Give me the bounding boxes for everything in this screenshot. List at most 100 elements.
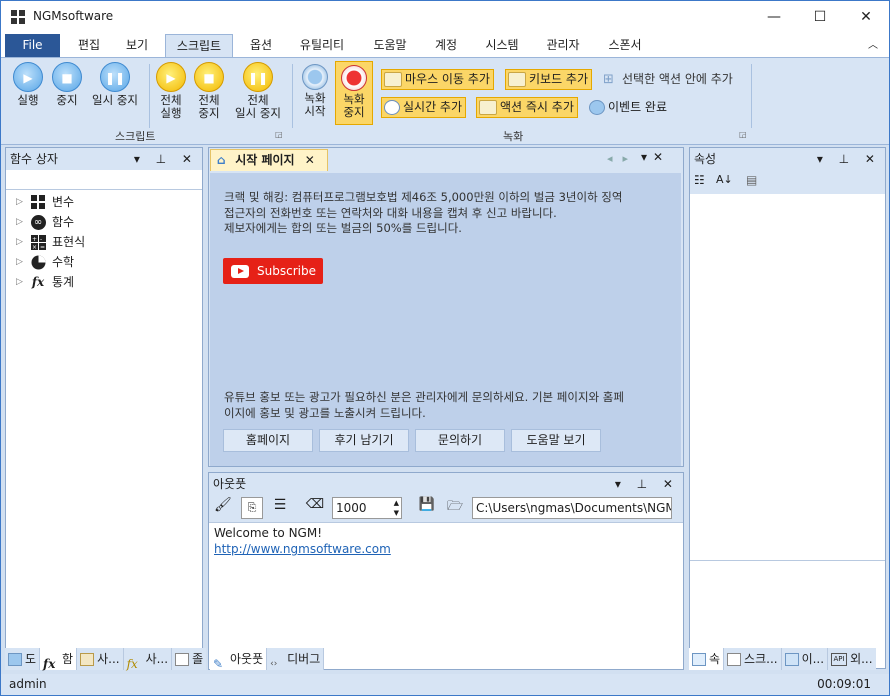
tab-admin[interactable]: 관리자 xyxy=(537,34,589,57)
maximize-button[interactable]: ☐ xyxy=(797,1,843,33)
tab-system[interactable]: 시스템 xyxy=(475,34,529,57)
add-keyboard-button[interactable]: 키보드 추가 xyxy=(505,69,593,90)
ribbon: ▶ 실행 ■ 중지 ❚❚ 일시 중지 ▶ 전체 실행 ■ 전체 중지 ❚❚ 전체… xyxy=(1,57,889,145)
output-path-input[interactable]: C:\Users\ngmas\Documents\NGM6\ xyxy=(472,497,672,519)
pie-chart-icon xyxy=(30,254,46,270)
tab-account[interactable]: 계정 xyxy=(425,34,467,57)
tree-item-variable[interactable]: ▷ 변수 xyxy=(16,193,74,211)
close-tab-icon[interactable]: ✕ xyxy=(305,153,315,167)
left-bottom-tab[interactable]: 졸 xyxy=(172,648,206,670)
eraser-icon[interactable]: ⌫ xyxy=(304,497,326,519)
stepper-arrows-icon[interactable]: ▲ ▼ xyxy=(394,498,399,518)
start-page: 크랙 및 해킹: 컴퓨터프로그램보호법 제46조 5,000만원 이하의 벌금 … xyxy=(210,173,681,466)
panel-controls[interactable]: ▾ ⊥ ✕ xyxy=(134,148,198,170)
doc-tab-nav[interactable]: ◂▸ xyxy=(607,152,638,165)
stop-button[interactable]: ■ 중지 xyxy=(49,62,85,107)
script-group-label: 스크립트 xyxy=(115,130,156,143)
tab-options[interactable]: 옵션 xyxy=(239,34,283,57)
tree-item-expression[interactable]: ▷ + - × = 표현식 xyxy=(16,233,85,251)
add-realtime-button[interactable]: 실시간 추가 xyxy=(381,97,467,118)
tab-external[interactable]: API 외... xyxy=(828,648,875,670)
expand-arrow-icon[interactable]: ▷ xyxy=(16,253,30,271)
minimize-button[interactable]: — xyxy=(751,1,797,33)
homepage-button[interactable]: 홈페이지 xyxy=(223,429,313,452)
inquiry-button[interactable]: 문의하기 xyxy=(415,429,505,452)
subscribe-button[interactable]: Subscribe xyxy=(223,258,323,284)
record-start-button[interactable]: 녹화 시작 xyxy=(297,62,333,118)
pause-button[interactable]: ❚❚ 일시 중지 xyxy=(87,62,143,107)
play-all-icon: ▶ xyxy=(156,62,186,92)
ribbon-separator xyxy=(751,64,752,128)
tab-edit[interactable]: 편집 xyxy=(67,34,111,57)
properties-toolbar: ☷ A↓ ▤ xyxy=(690,170,885,194)
folder-icon[interactable]: 🗁 xyxy=(444,497,466,519)
save-icon[interactable]: 💾 xyxy=(416,497,438,519)
event-done-button[interactable]: 이벤트 완료 xyxy=(587,97,670,118)
add-action-now-button[interactable]: 액션 즉시 추가 xyxy=(476,97,578,118)
tab-script[interactable]: 스크립트 xyxy=(165,34,233,58)
home-icon: ⌂ xyxy=(217,153,226,167)
copy-doc-icon[interactable]: ⎘ xyxy=(241,497,263,519)
function-search-input[interactable] xyxy=(6,170,202,190)
review-button[interactable]: 후기 남기기 xyxy=(319,429,409,452)
expand-arrow-icon[interactable]: ▷ xyxy=(16,233,30,251)
expression-icon: + - × = xyxy=(30,234,46,250)
action-icon xyxy=(479,100,497,115)
tree-structure-icon: ⊞ xyxy=(603,72,614,87)
tree-item-math[interactable]: ▷ 수학 xyxy=(16,253,74,271)
fx-icon: fx xyxy=(126,656,138,671)
svg-text:×: × xyxy=(32,244,37,250)
tree-item-function[interactable]: ▷ ∞ 함수 xyxy=(16,213,74,231)
promo-text: 유튜브 홍보 또는 광고가 필요하신 분은 관리자에게 문의하세요. 기본 페이… xyxy=(224,390,624,420)
stop-all-icon: ■ xyxy=(194,62,224,92)
pause-all-icon: ❚❚ xyxy=(243,62,273,92)
left-bottom-tab[interactable]: fx 사... xyxy=(124,648,173,671)
pause-all-button[interactable]: ❚❚ 전체 일시 중지 xyxy=(229,62,287,120)
add-mouse-move-button[interactable]: 마우스 이동 추가 xyxy=(381,69,494,90)
expand-arrow-icon[interactable]: ▷ xyxy=(16,273,30,291)
left-bottom-tab-function[interactable]: fx 함 xyxy=(40,648,78,671)
add-in-selected-action-button[interactable]: ⊞ 선택한 액션 안에 추가 xyxy=(601,69,736,90)
tab-help[interactable]: 도움말 xyxy=(363,34,417,57)
app-window: NGMsoftware — ☐ ✕ File 편집 보기 스크립트 옵션 유틸리… xyxy=(0,0,890,696)
tab-utility[interactable]: 유틸리티 xyxy=(291,34,353,57)
left-bottom-tab[interactable]: 도 xyxy=(5,648,41,670)
expand-arrow-icon[interactable]: ▷ xyxy=(16,193,30,211)
status-bar: admin 00:09:01 xyxy=(1,674,889,695)
output-link[interactable]: http://www.ngmsoftware.com xyxy=(214,541,391,557)
pencil-icon: ✎ xyxy=(213,656,224,671)
tab-view[interactable]: 보기 xyxy=(115,34,159,57)
categorized-icon[interactable]: ☷ xyxy=(694,173,705,187)
record-group-launcher-icon[interactable]: ◲ xyxy=(739,130,747,139)
run-all-button[interactable]: ▶ 전체 실행 xyxy=(153,62,189,120)
help-button[interactable]: 도움말 보기 xyxy=(511,429,601,452)
tab-image[interactable]: 이... xyxy=(782,648,829,670)
tab-start-page[interactable]: ⌂ 시작 페이지 ✕ xyxy=(210,149,328,171)
tab-properties[interactable]: 속 xyxy=(689,648,725,670)
line-limit-stepper[interactable]: 1000 ▲ ▼ xyxy=(332,497,402,519)
sort-alpha-icon[interactable]: A↓ xyxy=(716,173,733,186)
property-pages-icon[interactable]: ▤ xyxy=(746,173,757,187)
brush-icon[interactable]: 🖌 xyxy=(214,497,236,519)
tab-debug[interactable]: ‹› 디버그 xyxy=(267,648,325,670)
ribbon-collapse-icon[interactable]: ︿ xyxy=(863,34,883,57)
properties-panel: 속성 ▾ ⊥ ✕ ☷ A↓ ▤ xyxy=(689,147,886,669)
file-menu[interactable]: File xyxy=(5,34,60,57)
close-button[interactable]: ✕ xyxy=(843,1,889,33)
list-icon[interactable]: ☰ xyxy=(269,497,291,519)
properties-icon xyxy=(692,652,706,666)
record-stop-button[interactable]: 녹화 중지 xyxy=(335,61,373,125)
tree-item-statistics[interactable]: ▷ fx 통계 xyxy=(16,273,74,291)
title-bar: NGMsoftware — ☐ ✕ xyxy=(1,1,889,33)
tab-sponsor[interactable]: 스폰서 xyxy=(599,34,651,57)
tab-output[interactable]: ✎ 아웃풋 xyxy=(210,648,268,671)
script-group-launcher-icon[interactable]: ◲ xyxy=(275,130,283,139)
tab-script-explorer[interactable]: 스크... xyxy=(724,648,782,670)
panel-controls[interactable]: ▾ ⊥ ✕ xyxy=(817,148,881,170)
doc-panel-controls[interactable]: ▾✕ xyxy=(641,150,669,164)
run-button[interactable]: ▶ 실행 xyxy=(9,62,47,107)
stop-all-button[interactable]: ■ 전체 중지 xyxy=(191,62,227,120)
expand-arrow-icon[interactable]: ▷ xyxy=(16,213,30,231)
panel-controls[interactable]: ▾ ⊥ ✕ xyxy=(615,473,679,495)
left-bottom-tab[interactable]: 사... xyxy=(77,648,124,670)
